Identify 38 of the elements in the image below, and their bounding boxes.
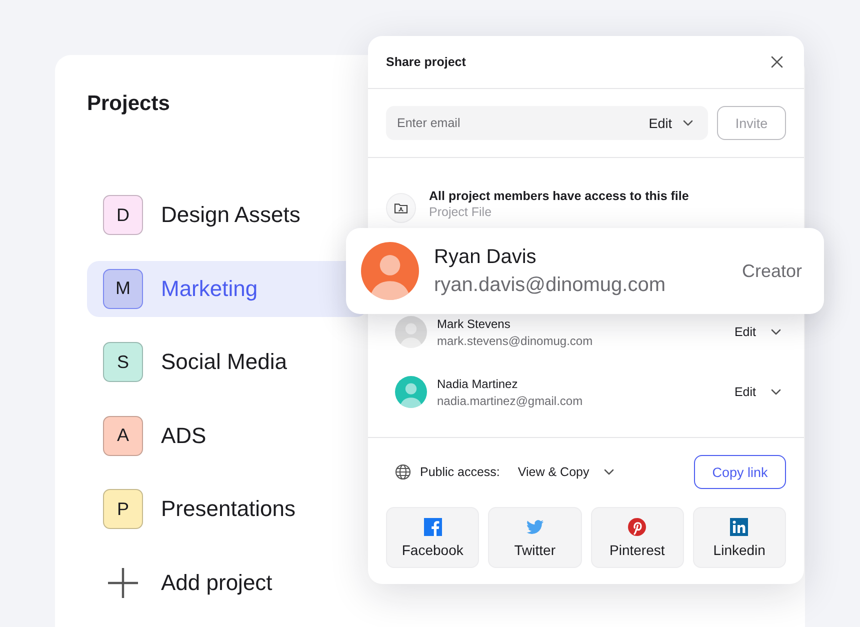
public-access-label: Public access: — [420, 465, 500, 479]
facebook-icon — [424, 518, 442, 536]
project-badge: D — [103, 195, 143, 235]
add-project-button[interactable]: Add project — [87, 554, 327, 610]
project-badge: S — [103, 342, 143, 382]
member-name: Mark Stevens — [437, 316, 512, 330]
access-notice: All project members have access to this file — [429, 189, 689, 203]
owner-name: Ryan Davis — [434, 246, 538, 268]
plus-icon — [108, 568, 138, 598]
file-type-label: Project File — [429, 205, 493, 219]
share-button[interactable]: Twitter — [488, 507, 582, 568]
project-badge: P — [103, 489, 143, 529]
owner-email: ryan.davis@dinomug.com — [434, 274, 667, 296]
close-icon — [771, 56, 783, 68]
bird-icon — [526, 518, 544, 536]
panel-title: Projects — [87, 91, 170, 117]
globe-icon — [395, 464, 411, 480]
role-dropdown[interactable]: Edit — [730, 385, 786, 399]
share-button[interactable]: Facebook — [386, 507, 480, 568]
project-badge: M — [103, 268, 143, 308]
share-button[interactable]: Pinterest — [590, 507, 684, 568]
dialog-title: Share project — [386, 55, 466, 69]
linkedin-icon — [730, 518, 748, 536]
project-item[interactable]: A ADS — [87, 408, 368, 464]
folder-icon — [386, 193, 416, 223]
project-item[interactable]: S Social Media — [87, 334, 368, 390]
project-item[interactable]: P Presentations — [87, 481, 368, 537]
project-item[interactable]: D Design Assets — [87, 187, 368, 243]
copy-link-button[interactable]: Copy link — [694, 455, 786, 489]
member-name: Nadia Martinez — [437, 376, 519, 390]
access-dropdown[interactable]: View & Copy — [518, 465, 616, 479]
member-email: mark.stevens@dinomug.com — [437, 334, 594, 348]
member-email: nadia.martinez@gmail.com — [437, 394, 584, 408]
role-dropdown[interactable]: Edit — [730, 325, 786, 339]
share-button[interactable]: Linkedin — [692, 507, 786, 568]
pin-icon — [628, 518, 646, 536]
project-badge: A — [103, 416, 143, 456]
owner-role: Creator — [742, 260, 802, 282]
